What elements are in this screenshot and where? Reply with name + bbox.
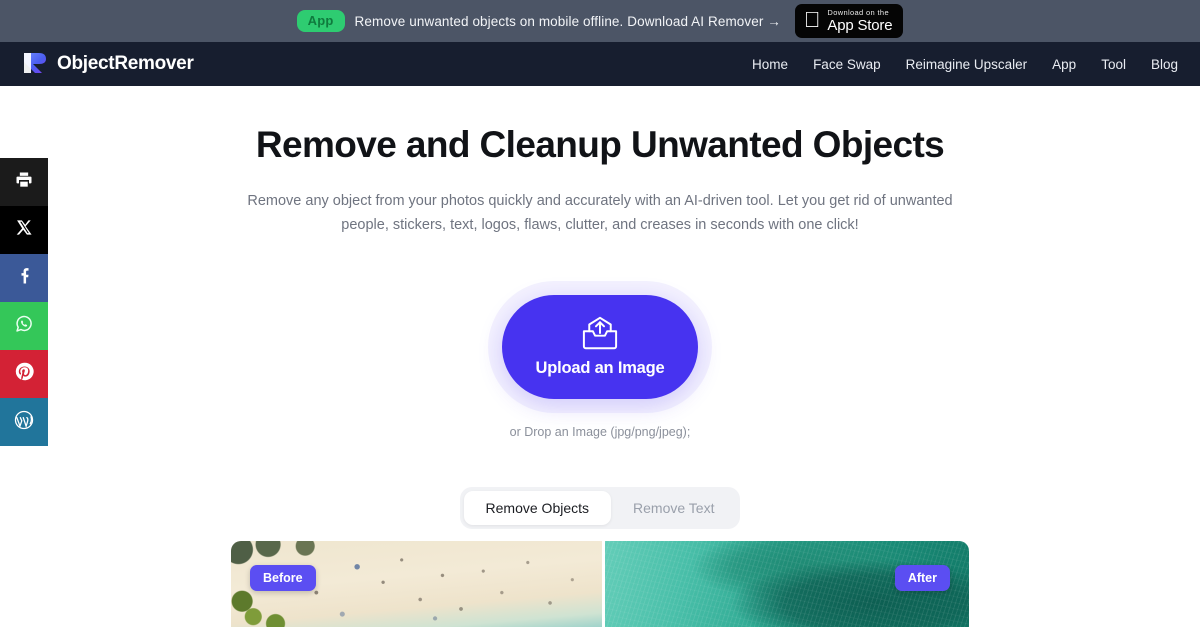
share-pinterest-button[interactable] xyxy=(0,350,48,398)
pinterest-icon xyxy=(14,361,35,387)
comparison-tabs: Remove Objects Remove Text xyxy=(459,487,741,530)
tab-remove-text[interactable]: Remove Text xyxy=(611,491,736,525)
nav-item-home[interactable]: Home xyxy=(752,57,788,72)
site-header: ObjectRemover Home Face Swap Reimagine U… xyxy=(0,42,1200,86)
tab-remove-objects[interactable]: Remove Objects xyxy=(463,491,612,526)
page-title: Remove and Cleanup Unwanted Objects xyxy=(255,124,945,165)
upload-tray-icon xyxy=(580,316,620,353)
promo-banner[interactable]: App Remove unwanted objects on mobile of… xyxy=(0,0,1200,42)
hero-section: Remove and Cleanup Unwanted Objects Remo… xyxy=(0,86,1200,628)
drop-hint-text: or Drop an Image (jpg/png/jpeg); xyxy=(509,425,691,440)
brand-name: ObjectRemover xyxy=(57,53,194,74)
wordpress-icon xyxy=(13,409,35,436)
before-image-panel: Before xyxy=(231,541,602,628)
share-print-button[interactable] xyxy=(0,158,48,206)
page-root: App Remove unwanted objects on mobile of… xyxy=(0,0,1200,630)
social-share-rail xyxy=(0,158,48,446)
before-after-comparison[interactable]: Before After xyxy=(231,541,969,628)
share-facebook-button[interactable] xyxy=(0,254,48,302)
share-wordpress-button[interactable] xyxy=(0,398,48,446)
upload-section: Upload an Image or Drop an Image (jpg/pn… xyxy=(0,295,1200,439)
upload-an-image-button[interactable]: Upload an Image xyxy=(502,295,698,400)
hero-subtitle: Remove any object from your photos quick… xyxy=(247,192,953,233)
print-icon xyxy=(14,170,34,195)
x-twitter-icon xyxy=(16,219,33,241)
nav-item-blog[interactable]: Blog xyxy=(1151,57,1178,72)
before-badge: Before xyxy=(250,565,316,592)
nav-item-tool[interactable]: Tool xyxy=(1101,57,1126,72)
facebook-icon xyxy=(14,266,34,291)
share-whatsapp-button[interactable] xyxy=(0,302,48,350)
app-store-title: App Store xyxy=(819,17,892,35)
upload-button-label: Upload an Image xyxy=(535,359,665,378)
brand-logo[interactable]: ObjectRemover xyxy=(22,50,194,79)
after-badge: After xyxy=(894,565,950,592)
promo-app-pill: App xyxy=(296,10,345,32)
nav-item-app[interactable]: App xyxy=(1052,57,1076,72)
app-store-button[interactable]:  Download on the App Store xyxy=(794,4,904,38)
comparison-tabs-wrapper: Remove Objects Remove Text xyxy=(0,487,1200,530)
nav-item-face-swap[interactable]: Face Swap xyxy=(813,57,881,72)
objectremover-logo-icon xyxy=(22,50,48,79)
promo-message: Remove unwanted objects on mobile offlin… xyxy=(354,13,781,29)
main-nav: Home Face Swap Reimagine Upscaler App To… xyxy=(752,57,1178,72)
whatsapp-icon xyxy=(14,313,35,339)
app-store-subtitle: Download on the xyxy=(819,7,888,17)
share-x-button[interactable] xyxy=(0,206,48,254)
nav-item-reimagine-upscaler[interactable]: Reimagine Upscaler xyxy=(906,57,1028,72)
after-image-panel: After xyxy=(602,541,969,628)
